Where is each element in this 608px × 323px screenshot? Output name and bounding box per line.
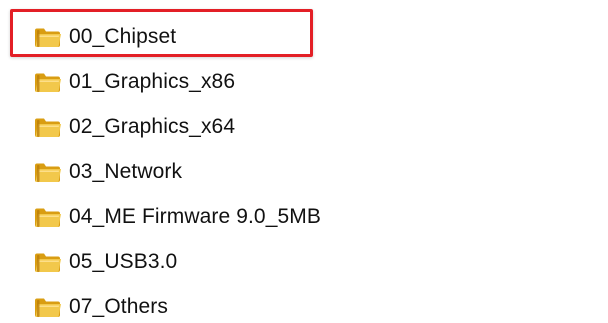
folder-icon [35, 253, 61, 272]
folder-icon [35, 73, 61, 92]
folder-label: 03_Network [69, 160, 183, 183]
folder-icon [35, 118, 61, 137]
folder-item-04-me-firmware[interactable]: 04_ME Firmware 9.0_5MB [30, 194, 550, 239]
folder-label: 05_USB3.0 [69, 250, 178, 273]
folder-label: 01_Graphics_x86 [69, 70, 236, 93]
folder-item-00-chipset[interactable]: 00_Chipset [30, 14, 550, 59]
folder-item-03-network[interactable]: 03_Network [30, 149, 550, 194]
folder-label: 00_Chipset [69, 25, 177, 48]
folder-icon [35, 163, 61, 182]
folder-label: 07_Others [69, 295, 168, 318]
folder-icon [35, 298, 61, 317]
folder-item-05-usb3[interactable]: 05_USB3.0 [30, 239, 550, 284]
folder-list: 00_Chipset 01_Graphics_x86 02_Graphics_x… [30, 14, 550, 323]
folder-item-02-graphics-x64[interactable]: 02_Graphics_x64 [30, 104, 550, 149]
folder-icon [35, 28, 61, 47]
folder-item-07-others[interactable]: 07_Others [30, 284, 550, 323]
folder-label: 04_ME Firmware 9.0_5MB [69, 205, 321, 228]
folder-icon [35, 208, 61, 227]
folder-label: 02_Graphics_x64 [69, 115, 236, 138]
folder-item-01-graphics-x86[interactable]: 01_Graphics_x86 [30, 59, 550, 104]
